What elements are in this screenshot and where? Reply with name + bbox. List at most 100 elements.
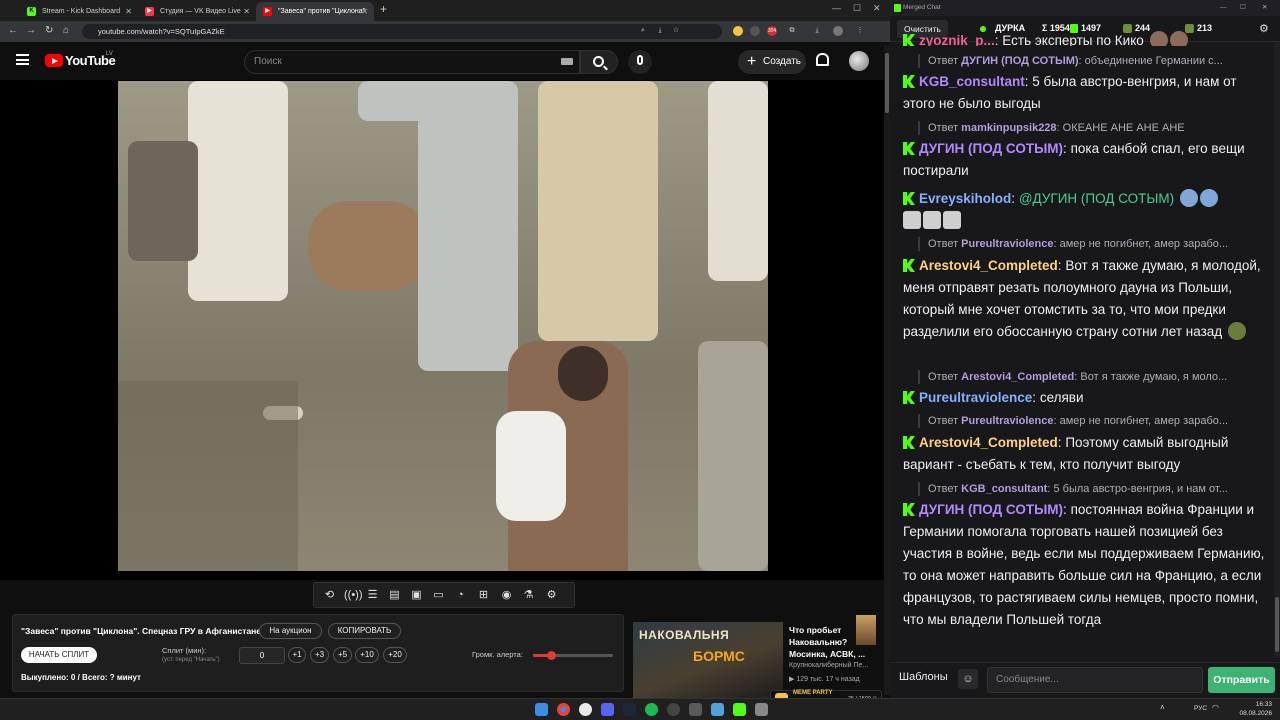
auction-button[interactable]: На аукцион (259, 623, 322, 639)
bookmark-star-icon[interactable]: ☆ (671, 26, 681, 36)
extension-badge[interactable]: 304 (767, 26, 777, 36)
volume-slider-thumb[interactable] (546, 651, 556, 660)
voice-search-button[interactable] (628, 50, 652, 74)
chat-reply: Ответ KGB_consultant: 5 была австро-венг… (918, 482, 1268, 496)
chat-message: Arestovi4_Completed: Поэтому самый выгод… (903, 435, 1229, 472)
forward-icon[interactable]: → (26, 25, 36, 36)
tab-kick-dashboard[interactable]: K Stream - Kick Dashboard ✕ (20, 2, 138, 21)
subtitles-icon[interactable]: ▭ (432, 589, 445, 602)
add-to-queue-icon[interactable]: ⊞ (477, 589, 490, 602)
app-icon[interactable] (755, 703, 768, 716)
extension-icon[interactable] (733, 26, 743, 36)
install-icon[interactable]: ⤓ (655, 26, 665, 36)
clapper-icon[interactable]: ▤ (388, 589, 401, 602)
app-icon[interactable] (711, 703, 724, 716)
spotify-icon[interactable] (645, 703, 658, 716)
browser-menu-icon[interactable]: ⋮ (855, 26, 865, 36)
tab-vk-studio[interactable]: ▶ Студия — VK Видео Live ✕ (138, 2, 256, 21)
split-minutes-input[interactable]: 0 (239, 647, 285, 664)
scrollbar-thumb[interactable] (885, 53, 889, 113)
increment-20-button[interactable]: +20 (383, 647, 407, 663)
kick-icon[interactable] (733, 703, 746, 716)
settings-gear-icon[interactable]: ⚙ (545, 589, 558, 602)
kick-badge-icon (903, 503, 915, 516)
alert-volume-slider[interactable] (533, 651, 613, 660)
zoom-icon[interactable]: ⌕ (638, 26, 648, 36)
keyboard-language[interactable]: РУС (1194, 705, 1207, 712)
avatar[interactable] (849, 51, 869, 71)
close-window-icon[interactable]: ✕ (873, 3, 881, 14)
steam-icon[interactable] (623, 703, 636, 716)
screenshot-camera-icon[interactable]: ◉ (500, 589, 513, 602)
video-frame[interactable] (118, 81, 768, 571)
increment-1-button[interactable]: +1 (288, 647, 306, 663)
copy-button[interactable]: КОПИРОВАТЬ (328, 623, 401, 639)
url-field[interactable]: youtube.com/watch?v=SQTuIpGAZkE (82, 24, 722, 39)
maximize-icon[interactable]: ☐ (1240, 0, 1246, 16)
increment-3-button[interactable]: +3 (310, 647, 329, 663)
recommended-channel[interactable]: Крупнокалиберный Пе... (789, 662, 868, 669)
obs-icon[interactable] (667, 703, 680, 716)
close-tab-icon[interactable]: ✕ (361, 2, 368, 21)
search-input[interactable]: Поиск (244, 50, 580, 74)
minimize-icon[interactable]: — (832, 3, 841, 13)
chat-scrollbar-thumb[interactable] (1275, 597, 1279, 652)
chrome-icon[interactable] (557, 703, 570, 716)
chat-message: zyoznik_p...: Есть эксперты по Кико (903, 31, 1269, 46)
windows-start-icon[interactable] (535, 703, 548, 716)
search-button[interactable] (580, 50, 618, 74)
hamburger-menu-icon[interactable] (16, 54, 29, 65)
notifications-bell-icon[interactable] (816, 53, 829, 66)
app-icon[interactable] (579, 703, 592, 716)
picture-in-picture-icon[interactable]: ▣ (410, 589, 423, 602)
youtube-logo-icon[interactable] (45, 54, 63, 67)
video-figure (358, 81, 438, 121)
chat-message-list[interactable]: zyoznik_p...: Есть эксперты по Кико Отве… (890, 31, 1274, 656)
message-input[interactable]: Сообщение... (987, 667, 1203, 693)
download-icon[interactable]: ⤓ (812, 26, 822, 36)
close-tab-icon[interactable]: ✕ (243, 2, 250, 21)
wifi-icon[interactable]: ◠ (1212, 703, 1219, 712)
templates-button[interactable]: Шаблоны (899, 671, 948, 683)
chat-reply: Ответ Arestovi4_Completed: Вот я также д… (918, 370, 1268, 384)
video-figure (558, 346, 608, 401)
close-tab-icon[interactable]: ✕ (125, 2, 132, 21)
profile-avatar[interactable] (833, 26, 843, 36)
create-button[interactable]: + Создать (738, 50, 806, 74)
video-figure (308, 201, 428, 291)
loop-icon[interactable]: ⟲ (323, 589, 336, 602)
video-player[interactable] (0, 80, 884, 645)
minimize-icon[interactable]: — (1220, 0, 1227, 16)
maximize-icon[interactable]: ☐ (853, 3, 861, 14)
reload-icon[interactable]: ↻ (45, 25, 53, 36)
send-button[interactable]: Отправить (1208, 667, 1275, 693)
youtube-header: YouTube LV Поиск + Создать (0, 42, 890, 80)
close-window-icon[interactable]: ✕ (1262, 0, 1267, 16)
extensions-puzzle-icon[interactable]: ⧉ (787, 26, 797, 36)
new-tab-button[interactable]: + (380, 2, 387, 16)
tab-youtube-video[interactable]: ▶ "Завеса" против "Циклона" ✕ (256, 2, 374, 21)
increment-5-button[interactable]: +5 (333, 647, 352, 663)
extension-icon[interactable] (750, 26, 760, 36)
kick-icon (894, 4, 901, 12)
discord-icon[interactable] (601, 703, 614, 716)
start-split-button[interactable]: НАЧАТЬ СПЛИТ (21, 647, 97, 663)
keyboard-icon[interactable] (561, 58, 573, 65)
increment-10-button[interactable]: +10 (355, 647, 379, 663)
split-hint: (уст. перед "Начать") (162, 657, 220, 663)
broadcast-icon[interactable]: ((•)) (344, 589, 363, 602)
chat-scrollbar[interactable] (1274, 42, 1280, 657)
recommended-video-thumbnail[interactable]: НАКОВАЛЬНЯ БОРМС (633, 622, 783, 698)
emoji-smiley-icon[interactable]: ☺ (958, 669, 978, 689)
flask-icon[interactable]: ⚗ (522, 589, 535, 602)
recommended-video-title[interactable]: Что пробьет Наковальню? Мосинка, АСВК, .… (789, 624, 879, 660)
browser-window: K Stream - Kick Dashboard ✕ ▶ Студия — V… (0, 0, 890, 706)
video-title: "Завеса" против "Циклона". Спецназ ГРУ в… (21, 626, 264, 636)
home-icon[interactable]: ⌂ (63, 25, 69, 36)
playlist-settings-icon[interactable]: ☰ (366, 589, 379, 602)
tray-chevron-icon[interactable]: ˄ (1160, 703, 1165, 712)
back-icon[interactable]: ← (8, 25, 18, 36)
clock[interactable]: 16:33 08.08.2026 (1228, 700, 1272, 718)
app-icon[interactable] (689, 703, 702, 716)
speed-icon[interactable]: ◔ (454, 589, 467, 602)
